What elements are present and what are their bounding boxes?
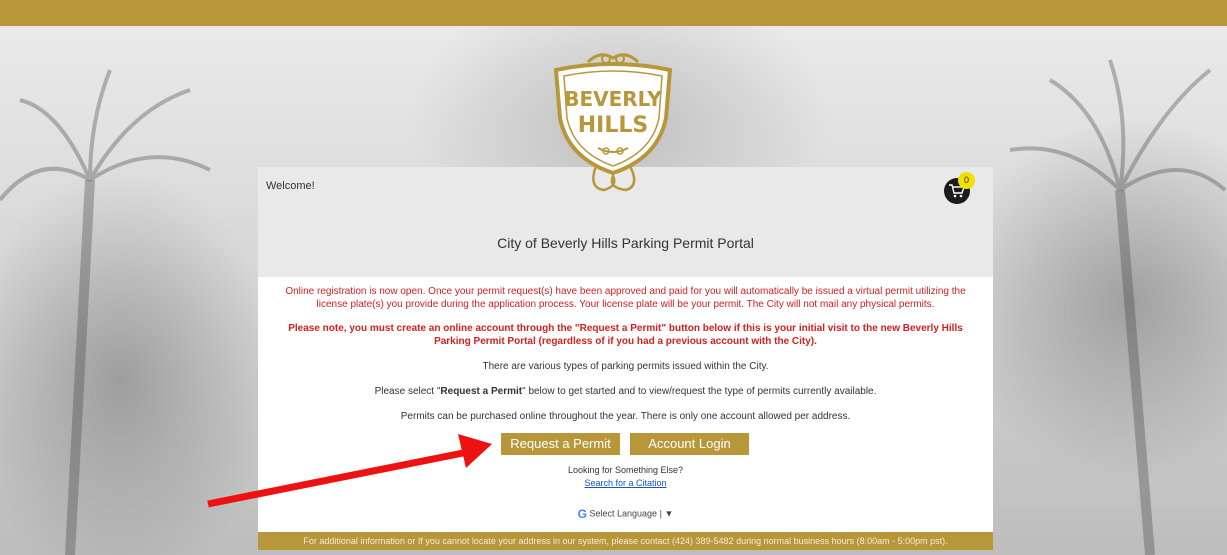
beverly-hills-logo: BEVERLY HILLS: [553, 53, 673, 192]
top-accent-bar: [0, 0, 1227, 26]
cart-count-badge: 0: [958, 172, 975, 189]
separator: |: [659, 508, 662, 519]
select-instruction-suffix: " below to get started and to view/reque…: [522, 386, 877, 397]
registration-notice: Online registration is now open. Once yo…: [285, 286, 966, 310]
select-instruction-bold: Request a Permit: [440, 386, 523, 397]
select-instruction-text: Please select "Request a Permit" below t…: [258, 386, 993, 397]
select-language-label: Select Language: [589, 508, 658, 519]
red-arrow-annotation: [207, 434, 492, 508]
request-permit-button[interactable]: Request a Permit: [501, 433, 620, 455]
logo-text-line2: HILLS: [578, 113, 648, 138]
palm-tree-right-graphic: [1009, 59, 1227, 555]
purchase-info-text: Permits can be purchased online througho…: [400, 411, 851, 422]
footer-contact-bar: For additional information or If you can…: [258, 532, 993, 550]
select-instruction-prefix: Please select ": [374, 386, 441, 397]
search-citation-link[interactable]: Search for a Citation: [584, 478, 666, 488]
welcome-text: Welcome!: [266, 180, 315, 192]
dropdown-caret-icon: ▼: [664, 508, 674, 519]
logo-text-line1: BEVERLY: [564, 87, 662, 111]
page-title: City of Beverly Hills Parking Permit Por…: [497, 235, 754, 251]
permit-types-text: There are various types of parking permi…: [482, 361, 769, 372]
account-notice: Please note, you must create an online a…: [288, 323, 963, 347]
account-login-button[interactable]: Account Login: [630, 433, 749, 455]
google-icon: G: [577, 507, 587, 521]
